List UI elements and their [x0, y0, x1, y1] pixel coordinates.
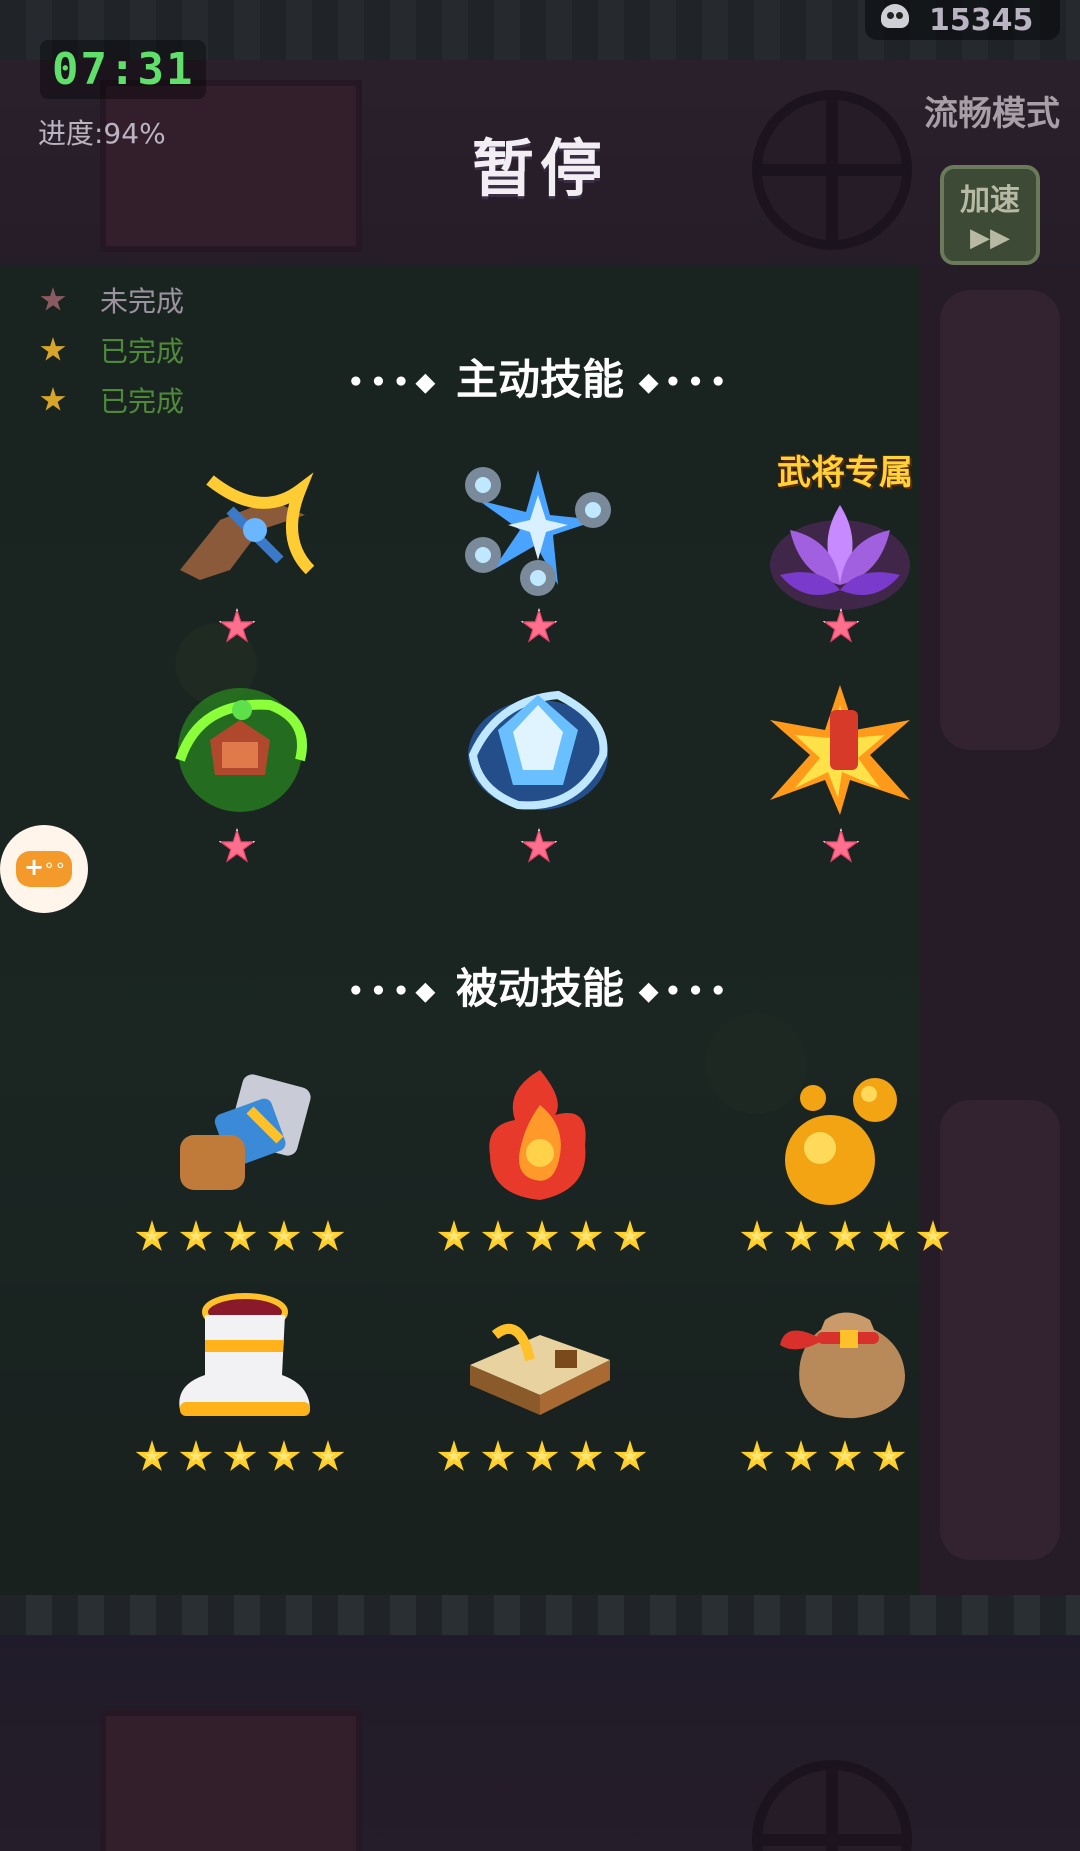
skill-star-rating — [740, 1220, 950, 1254]
star — [569, 1440, 603, 1471]
purple-lotus-icon[interactable] — [760, 485, 920, 625]
star — [740, 1220, 774, 1251]
star — [179, 1440, 213, 1471]
boot-icon[interactable] — [160, 1290, 320, 1430]
star — [223, 1220, 257, 1251]
heading-ornament: ◆••• — [638, 367, 733, 398]
active-skills-title: 主动技能 — [455, 355, 624, 404]
star — [267, 1440, 301, 1471]
star — [784, 1220, 818, 1251]
star — [135, 1220, 169, 1251]
loot-bag-icon[interactable] — [765, 1290, 925, 1430]
spell-book-icon[interactable] — [460, 1295, 620, 1435]
heading-ornament: •••◆ — [347, 367, 442, 398]
fire-spirit-icon[interactable] — [460, 1065, 620, 1205]
star — [613, 1220, 647, 1251]
star — [311, 1220, 345, 1251]
star — [179, 1220, 213, 1251]
star — [828, 1440, 862, 1471]
star — [872, 1220, 906, 1251]
star — [569, 1220, 603, 1251]
skull-icon — [875, 0, 915, 40]
star — [437, 1220, 471, 1251]
star — [740, 1440, 774, 1471]
quest-status: 未完成 — [100, 285, 185, 318]
star — [437, 1440, 471, 1471]
active-skills-heading: •••◆ 主动技能 ◆••• — [0, 346, 1080, 407]
star — [784, 1440, 818, 1471]
star — [613, 1440, 647, 1471]
kill-count: 15345 — [929, 2, 1034, 38]
star — [267, 1220, 301, 1251]
heading-ornament: ◆••• — [638, 976, 733, 1007]
skill-star-rating — [740, 1440, 906, 1474]
star — [525, 1440, 559, 1471]
ice-orb-shards-icon[interactable] — [458, 460, 618, 600]
skill-star-rating — [135, 1440, 345, 1474]
quest-item: 未完成 — [40, 275, 184, 325]
skill-star-rating — [437, 1440, 647, 1474]
star — [135, 1440, 169, 1471]
star — [311, 1440, 345, 1471]
kill-counter: 15345 — [865, 0, 1060, 40]
gamepad-icon — [16, 851, 72, 887]
green-whirlwind-icon[interactable] — [160, 680, 320, 820]
passive-skills-title: 被动技能 — [455, 964, 624, 1013]
skill-star-rating — [135, 1220, 345, 1254]
gamepad-button[interactable] — [0, 825, 88, 913]
fast-forward-icon: ▶▶ — [970, 223, 1010, 253]
star — [525, 1220, 559, 1251]
star — [872, 1440, 906, 1471]
star — [481, 1440, 515, 1471]
star — [481, 1220, 515, 1251]
skill-star-rating — [437, 1220, 647, 1254]
heading-ornament: •••◆ — [347, 976, 442, 1007]
passive-skills-heading: •••◆ 被动技能 ◆••• — [0, 955, 1080, 1016]
ice-crystal-icon[interactable] — [458, 680, 618, 820]
star — [916, 1220, 950, 1251]
pause-title: 暂停 — [471, 132, 608, 205]
quest-star-icon — [40, 287, 66, 311]
gauntlet-icon[interactable] — [160, 1070, 320, 1210]
game-timer: 07:31 — [40, 40, 207, 99]
fire-explosion-icon[interactable] — [760, 680, 920, 820]
star — [828, 1220, 862, 1251]
golden-crossbow-icon[interactable] — [160, 460, 320, 600]
star — [223, 1440, 257, 1471]
golden-orbs-icon[interactable] — [765, 1070, 925, 1210]
